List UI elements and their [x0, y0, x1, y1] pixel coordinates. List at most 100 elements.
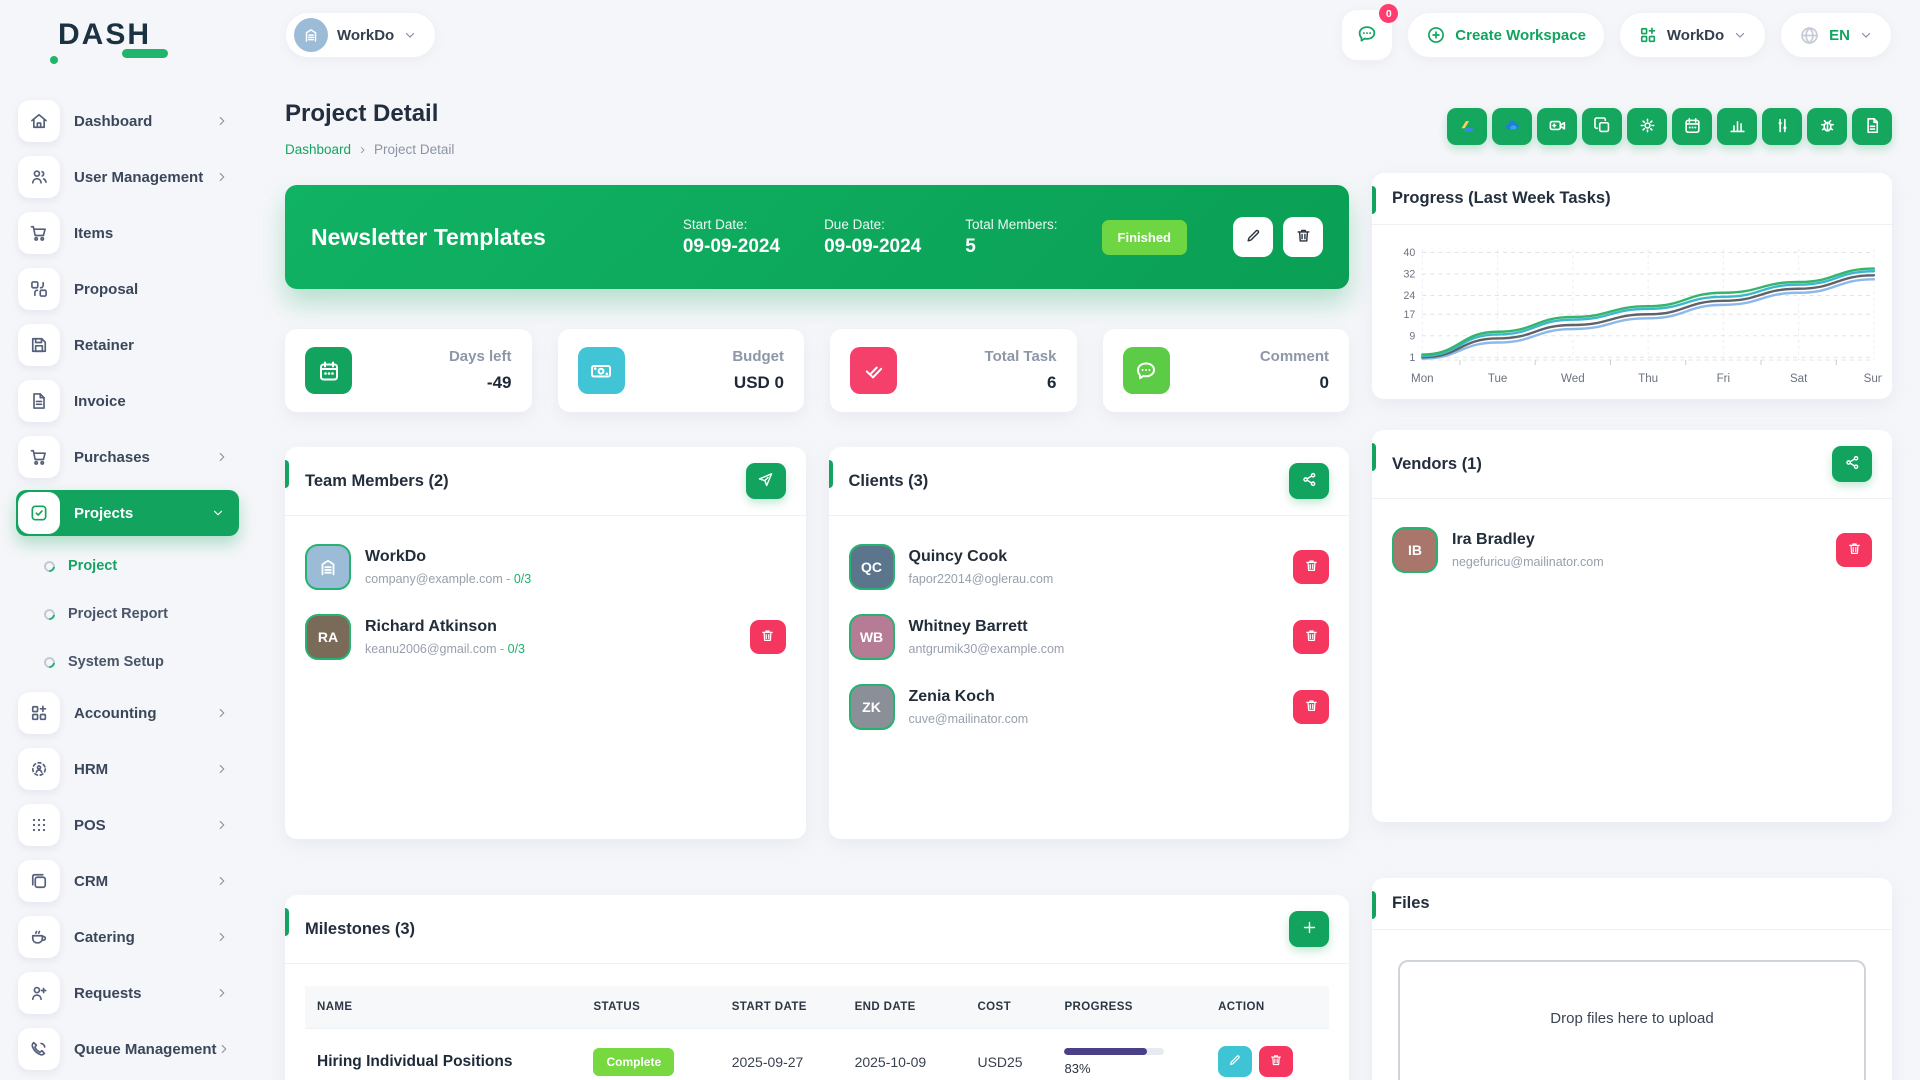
- share-icon: [1844, 454, 1861, 474]
- sidebar-subitem-label: Project Report: [68, 606, 168, 622]
- sidebar-item-label: Catering: [74, 929, 135, 946]
- grid-plus-icon: [1638, 25, 1658, 45]
- sidebar-item-retainer[interactable]: Retainer: [16, 322, 239, 368]
- svg-text:Sat: Sat: [1790, 373, 1808, 385]
- topbar-actions: 0 Create Workspace WorkDo EN: [1341, 9, 1892, 61]
- delete-member-button[interactable]: [750, 620, 786, 654]
- svg-text:Thu: Thu: [1638, 373, 1658, 385]
- toolbar-onedrive-button[interactable]: [1492, 108, 1532, 145]
- sidebar-item-hrm[interactable]: HRM: [16, 746, 239, 792]
- language-label: EN: [1829, 27, 1850, 44]
- toolbar-sliders-button[interactable]: [1762, 108, 1802, 145]
- file-dropzone[interactable]: Drop files here to upload: [1398, 960, 1866, 1080]
- files-card: Files Drop files here to upload: [1372, 878, 1892, 1080]
- svg-text:Wed: Wed: [1561, 373, 1585, 385]
- delete-member-button[interactable]: [1293, 690, 1329, 724]
- gear-icon: [1638, 116, 1657, 138]
- sidebar-subitem-project[interactable]: Project: [44, 546, 239, 586]
- team-members-action-button[interactable]: [746, 463, 786, 499]
- pencil-icon: [1228, 1053, 1242, 1070]
- chevron-down-icon: [403, 28, 417, 42]
- chat-badge: 0: [1379, 4, 1398, 23]
- delete-project-button[interactable]: [1283, 217, 1323, 257]
- edit-milestone-button[interactable]: [1218, 1046, 1252, 1077]
- sidebar-subitem-project-report[interactable]: Project Report: [44, 594, 239, 634]
- quick-actions-toolbar: [1447, 108, 1892, 145]
- milestones-title: Milestones (3): [305, 920, 415, 939]
- create-workspace-label: Create Workspace: [1455, 27, 1586, 44]
- member-name: Quincy Cook: [909, 548, 1054, 566]
- messages-button[interactable]: 0: [1341, 9, 1393, 61]
- toolbar-file-button[interactable]: [1852, 108, 1892, 145]
- sidebar-item-queue-management[interactable]: Queue Management: [16, 1026, 239, 1072]
- member-quota: 0/3: [508, 642, 525, 656]
- sidebar-item-proposal[interactable]: Proposal: [16, 266, 239, 312]
- avatar: QC: [849, 544, 895, 590]
- toolbar-drive-button[interactable]: [1447, 108, 1487, 145]
- invoice-icon: [18, 380, 60, 422]
- chevron-right-icon: [217, 1042, 231, 1056]
- toolbar-video-button[interactable]: [1537, 108, 1577, 145]
- sidebar-item-items[interactable]: Items: [16, 210, 239, 256]
- list-item-zenia-koch: ZKZenia Kochcuve@mailinator.com: [849, 684, 1330, 730]
- svg-text:32: 32: [1403, 268, 1415, 280]
- column-header-action: ACTION: [1206, 986, 1329, 1029]
- milestones-card: Milestones (3)NAMESTATUSSTART DATEEND DA…: [285, 895, 1349, 1080]
- column-header-name: NAME: [305, 986, 581, 1029]
- bullet-ring-icon: [42, 654, 57, 669]
- member-email: antgrumik30@example.com: [909, 642, 1065, 656]
- status-badge: Finished: [1102, 220, 1187, 255]
- toolbar-gear-button[interactable]: [1627, 108, 1667, 145]
- workspace-menu-button[interactable]: WorkDo: [1619, 12, 1766, 58]
- avatar: IB: [1392, 527, 1438, 573]
- app-logo[interactable]: DASH: [0, 18, 255, 52]
- sidebar-item-label: Queue Management: [74, 1041, 217, 1058]
- toolbar-bug-button[interactable]: [1807, 108, 1847, 145]
- sidebar-item-accounting[interactable]: Accounting: [16, 690, 239, 736]
- toolbar-calendar-button[interactable]: [1672, 108, 1712, 145]
- project-banner-info: Start Date: 09-09-2024 Due Date: 09-09-2…: [683, 217, 1187, 258]
- trash-icon: [1269, 1053, 1283, 1070]
- sidebar-item-label: Projects: [74, 505, 133, 522]
- sidebar-item-projects[interactable]: Projects: [16, 490, 239, 536]
- toolbar-bar-chart-button[interactable]: [1717, 108, 1757, 145]
- clients-action-button[interactable]: [1289, 463, 1329, 499]
- sidebar-item-user-management[interactable]: User Management: [16, 154, 239, 200]
- workspace-name: WorkDo: [337, 27, 394, 44]
- column-header-end-date: END DATE: [843, 986, 966, 1029]
- sidebar-item-pos[interactable]: POS: [16, 802, 239, 848]
- dots-grid-icon: [18, 804, 60, 846]
- add-milestone-button[interactable]: [1289, 911, 1329, 947]
- workspace-switcher[interactable]: WorkDo: [285, 12, 436, 58]
- due-date-value: 09-09-2024: [824, 236, 921, 258]
- logo-dash-bar: [122, 49, 168, 58]
- member-email: fapor22014@oglerau.com: [909, 572, 1054, 586]
- delete-member-button[interactable]: [1293, 620, 1329, 654]
- delete-milestone-button[interactable]: [1259, 1046, 1293, 1077]
- sidebar-item-invoice[interactable]: Invoice: [16, 378, 239, 424]
- column-header-progress: PROGRESS: [1052, 986, 1206, 1029]
- sidebar-item-requests[interactable]: Requests: [16, 970, 239, 1016]
- calendar-icon: [305, 347, 352, 394]
- member-email: company@example.com - 0/3: [365, 572, 531, 586]
- sidebar-item-catering[interactable]: Catering: [16, 914, 239, 960]
- toolbar-copy-button[interactable]: [1582, 108, 1622, 145]
- stat-card-total-task: Total Task6: [830, 329, 1077, 412]
- sidebar-item-label: POS: [74, 817, 106, 834]
- svg-text:24: 24: [1403, 290, 1415, 302]
- sidebar-subitem-system-setup[interactable]: System Setup: [44, 642, 239, 682]
- delete-member-button[interactable]: [1293, 550, 1329, 584]
- app-root: DASH WorkDo 0 Create Workspace WorkDo: [0, 0, 1920, 1080]
- sidebar-item-crm[interactable]: CRM: [16, 858, 239, 904]
- sidebar-item-purchases[interactable]: Purchases: [16, 434, 239, 480]
- plus-icon: [1301, 919, 1318, 939]
- create-workspace-button[interactable]: Create Workspace: [1407, 12, 1605, 58]
- clients-card: Clients (3)QCQuincy Cookfapor22014@ogler…: [829, 447, 1350, 839]
- breadcrumb-dashboard[interactable]: Dashboard: [285, 142, 351, 157]
- language-selector[interactable]: EN: [1780, 12, 1892, 58]
- vendors-action-button[interactable]: [1832, 446, 1872, 482]
- sidebar-item-dashboard[interactable]: Dashboard: [16, 98, 239, 144]
- start-date-label: Start Date:: [683, 217, 780, 232]
- edit-project-button[interactable]: [1233, 217, 1273, 257]
- delete-member-button[interactable]: [1836, 533, 1872, 567]
